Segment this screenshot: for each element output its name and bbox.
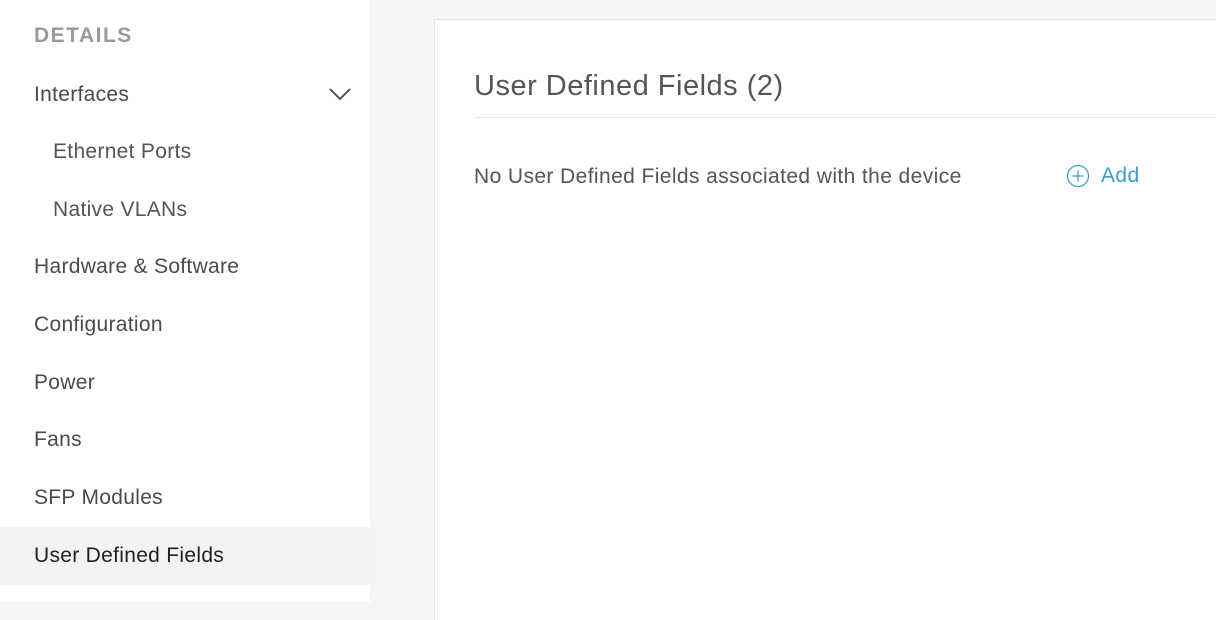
divider [474,117,1216,118]
sidebar-item-sfp-modules[interactable]: SFP Modules [0,469,370,527]
sidebar-item-fans[interactable]: Fans [0,411,370,469]
empty-state-message: No User Defined Fields associated with t… [474,165,962,188]
sidebar-item-label: Ethernet Ports [53,140,192,163]
sidebar-item-label: Power [34,371,96,394]
sidebar-heading: DETAILS [34,24,133,47]
plus-circle-icon [1066,164,1090,188]
sidebar-item-label: Hardware & Software [34,255,240,278]
panel-title: User Defined Fields (2) [474,70,784,102]
sidebar-item-label: User Defined Fields [34,544,225,567]
sidebar-item-ethernet-ports[interactable]: Ethernet Ports [0,123,370,181]
sidebar-item-configuration[interactable]: Configuration [0,296,370,354]
chevron-down-icon[interactable] [328,87,352,101]
user-defined-fields-panel: User Defined Fields (2) No User Defined … [434,19,1216,620]
sidebar-item-label: Interfaces [34,83,130,106]
sidebar-item-hardware-software[interactable]: Hardware & Software [0,238,370,296]
sidebar: DETAILS Interfaces Ethernet Ports Native… [0,0,370,602]
sidebar-item-label: Configuration [34,313,163,336]
sidebar-item-user-defined-fields[interactable]: User Defined Fields [0,527,370,585]
sidebar-item-native-vlans[interactable]: Native VLANs [0,181,370,239]
add-button[interactable]: Add [1066,164,1140,188]
sidebar-item-label: Native VLANs [53,198,188,221]
sidebar-item-power[interactable]: Power [0,354,370,412]
sidebar-item-label: Fans [34,428,82,451]
sidebar-item-interfaces[interactable]: Interfaces [0,66,370,124]
sidebar-item-label: SFP Modules [34,486,163,509]
add-button-label: Add [1101,164,1140,187]
